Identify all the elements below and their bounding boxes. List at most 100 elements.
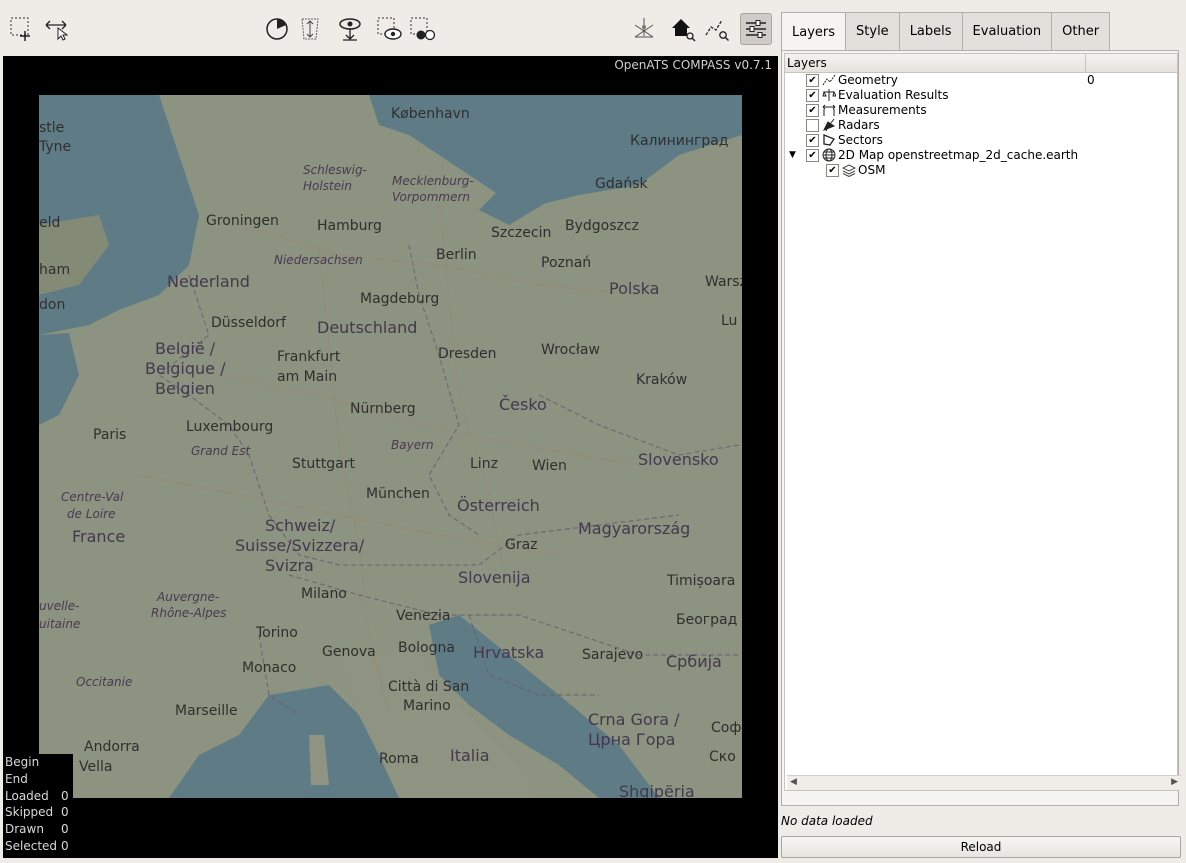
layer-checkbox[interactable]: ✔ (806, 149, 819, 162)
select-rect-pan-icon (45, 20, 69, 41)
layer-row[interactable]: ▼ ✔ 2D Map openstreetmap_2d_cache.earth (785, 148, 1177, 163)
map-label: Србија (666, 652, 722, 671)
map-label: Stuttgart (292, 456, 355, 472)
stat-label: End (5, 771, 28, 786)
map-label: Suisse/Svizzera/ (235, 536, 365, 555)
layer-name: Sectors (838, 133, 883, 147)
map-label: uitaine (39, 617, 81, 631)
map-label: Luxembourg (186, 419, 274, 435)
home-zoom-icon (672, 19, 696, 42)
scroll-left-icon[interactable]: ◀ (790, 777, 797, 787)
layer-row[interactable]: ✔ OSM (785, 163, 1177, 178)
map-label: Magyarország (578, 519, 691, 538)
stat-row: Begin (5, 754, 73, 771)
map-label: Occitanie (76, 675, 133, 689)
tab-evaluation[interactable]: Evaluation (961, 12, 1053, 50)
map-label: Česko (499, 395, 547, 414)
layer-row[interactable]: ✔ Sectors (785, 133, 1177, 148)
map-label: Nederland (167, 272, 250, 291)
expand-arrow-icon[interactable]: ▼ (789, 148, 796, 163)
settings-button[interactable] (740, 13, 772, 45)
layer-row[interactable]: ✔ Measurements (785, 103, 1177, 118)
map-label: am Main (277, 369, 338, 385)
select-rect-pan-button[interactable] (40, 13, 72, 45)
layer-name: Measurements (838, 103, 927, 117)
tab-labels[interactable]: Labels (898, 12, 963, 50)
layer-row[interactable]: ✔ Evaluation Results (785, 88, 1177, 103)
time-filter-icon (266, 18, 288, 40)
map-label: Hrvatska (473, 643, 545, 662)
layer-row[interactable]: Radars (785, 118, 1177, 133)
map-label: Dresden (438, 346, 497, 362)
show-data-button[interactable] (334, 13, 366, 45)
measurement-icon (822, 103, 836, 117)
map-label: Соф (711, 720, 742, 736)
map-label: Deutschland (317, 318, 418, 337)
sector-icon (822, 133, 836, 147)
stat-row: Skipped 0 (5, 804, 73, 821)
map-view[interactable]: OpenATS COMPASS v0.7.1 København Калинин… (3, 56, 778, 858)
stat-row: Drawn 0 (5, 821, 73, 838)
layer-checkbox[interactable]: ✔ (806, 89, 819, 102)
map-label: ham (39, 262, 71, 278)
layer-checkbox[interactable] (806, 119, 819, 132)
select-compare-button[interactable] (407, 13, 439, 45)
map-label: Slovenija (458, 568, 531, 587)
map-label: Bydgoszcz (565, 218, 639, 234)
map-label: Rhône-Alpes (151, 606, 227, 620)
map-label: Shqipëria (619, 782, 695, 798)
stat-row: End (5, 771, 73, 788)
layer-name: Evaluation Results (838, 88, 949, 102)
map-label: Timișoara (667, 573, 736, 589)
map-label: Città di San (388, 679, 470, 695)
time-filter-button[interactable] (261, 13, 293, 45)
map-label: Калининград (630, 133, 729, 149)
tab-style[interactable]: Style (845, 12, 900, 50)
select-rect-add-button[interactable] (6, 13, 38, 45)
layers-tree-header: Layers (785, 54, 1177, 73)
tab-layers[interactable]: Layers (781, 12, 847, 51)
geometry-icon (822, 73, 836, 87)
map-label: Vella (79, 759, 113, 775)
layer-checkbox[interactable]: ✔ (806, 134, 819, 147)
map-label: Berlin (436, 247, 477, 263)
map-label: Gdańsk (595, 176, 648, 192)
map-label: Tyne (39, 139, 72, 155)
horizontal-scrollbar[interactable]: ◀ ▶ (787, 775, 1181, 790)
map-label: Belgien (155, 379, 215, 398)
map-label: België / (155, 339, 216, 358)
height-filter-icon (301, 18, 319, 40)
layer-checkbox[interactable]: ✔ (806, 104, 819, 117)
layer-count: 0 (1087, 73, 1095, 87)
select-view-button[interactable] (374, 13, 406, 45)
height-filter-button[interactable] (294, 13, 326, 45)
3d-view-icon (634, 18, 654, 38)
layers-icon (841, 163, 857, 178)
zoom-to-data-button[interactable] (701, 13, 733, 45)
map-label: Sarajevo (582, 647, 644, 663)
layers-tree[interactable]: Layers ✔ Geometry 0 ✔ Evaluation Results ✔ Mea… (784, 53, 1181, 791)
settings-sliders-icon (746, 20, 766, 38)
stat-label: Begin (5, 755, 40, 769)
map-label: København (391, 106, 470, 122)
map-label: Bayern (391, 438, 434, 452)
stat-value: 0 (61, 838, 69, 853)
home-zoom-button[interactable] (667, 13, 699, 45)
map-label: Schleswig- (303, 163, 367, 177)
map-tile[interactable]: København Калининград stle Tyne Schleswig- Ho… (39, 95, 742, 798)
3d-view-button[interactable] (628, 13, 660, 45)
map-label: Genova (322, 644, 376, 660)
reload-button[interactable]: Reload (781, 836, 1181, 858)
tab-bar: Layers Style Labels Evaluation Other (781, 12, 1111, 51)
scroll-right-icon[interactable]: ▶ (1171, 777, 1178, 787)
layers-column-header[interactable]: Layers (785, 54, 1086, 72)
count-column-header[interactable] (1086, 54, 1088, 72)
tab-other[interactable]: Other (1051, 12, 1111, 50)
map-label: Szczecin (491, 225, 552, 241)
layer-checkbox[interactable]: ✔ (826, 164, 839, 177)
layer-row[interactable]: ✔ Geometry 0 (785, 73, 1177, 88)
map-label: Wien (532, 458, 567, 474)
layer-checkbox[interactable]: ✔ (806, 74, 819, 87)
select-view-icon (377, 17, 402, 40)
map-label: Nürnberg (350, 401, 416, 417)
